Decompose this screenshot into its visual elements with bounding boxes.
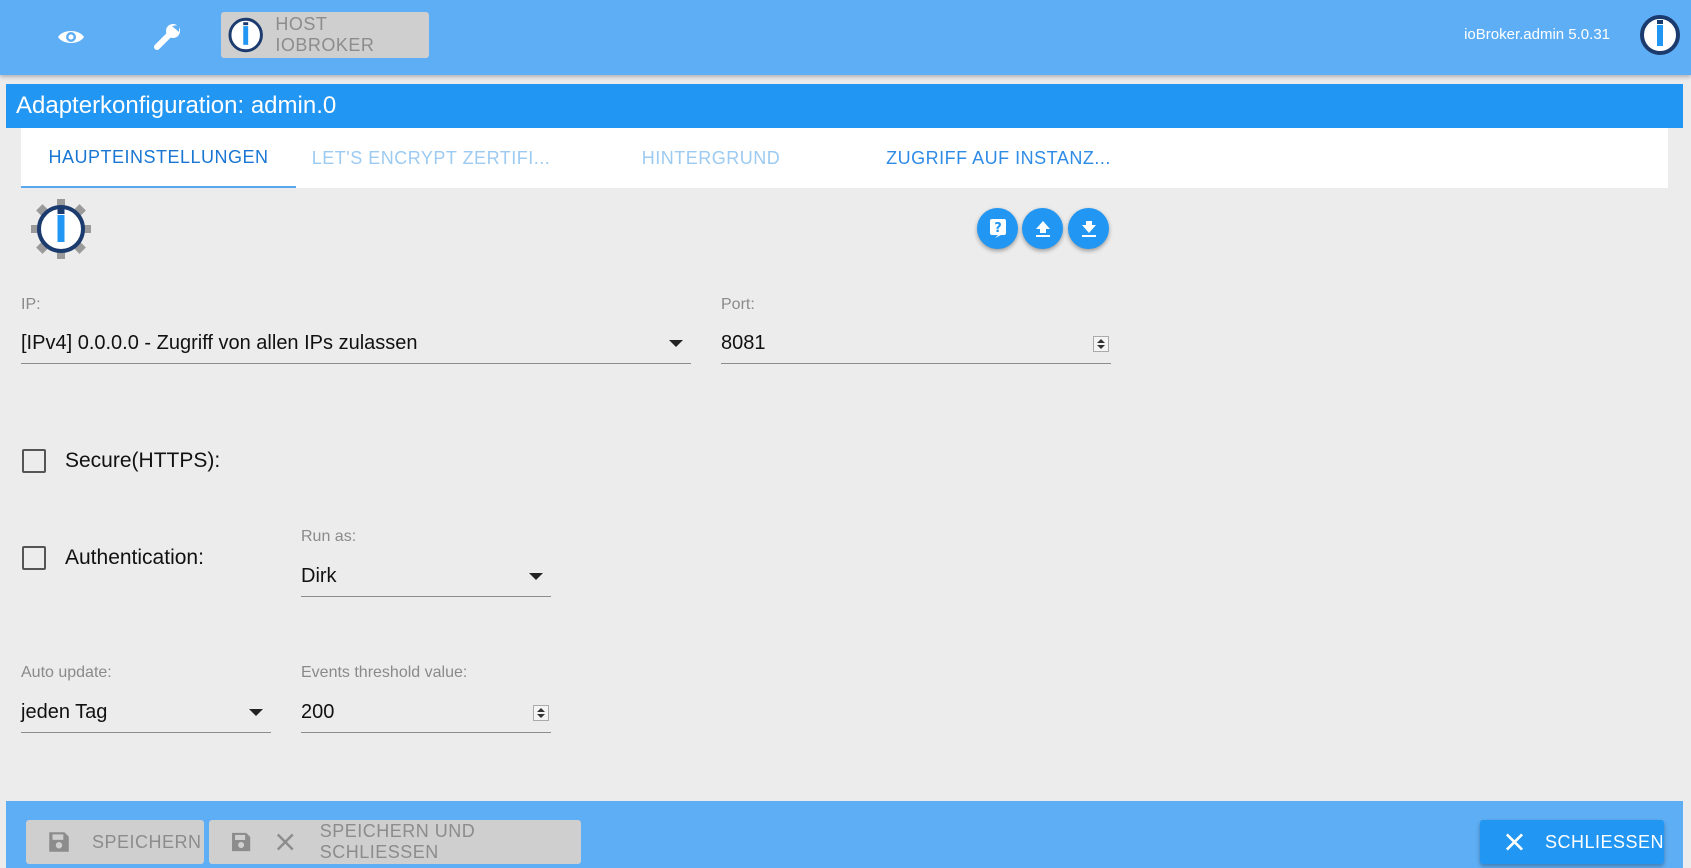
chevron-down-icon — [249, 709, 263, 716]
save-button[interactable]: SPEICHERN — [26, 820, 204, 864]
port-label: Port: — [721, 296, 755, 313]
ip-select[interactable]: [IPv4] 0.0.0.0 - Zugriff von allen IPs z… — [21, 324, 691, 364]
save-and-close-button[interactable]: SPEICHERN UND SCHLIESSEN — [209, 820, 581, 864]
host-label: HOST IOBROKER — [275, 14, 375, 55]
authentication-checkbox[interactable] — [22, 546, 46, 570]
dialog-title: Adapterkonfiguration: admin.0 — [6, 84, 1683, 128]
secure-https-checkbox[interactable] — [22, 449, 46, 473]
ip-value: [IPv4] 0.0.0.0 - Zugriff von allen IPs z… — [21, 332, 418, 354]
dialog-footer: SPEICHERN SPEICHERN UND SCHLIESSEN SCHLI… — [6, 801, 1683, 868]
download-icon — [1081, 220, 1096, 237]
save-icon — [49, 832, 69, 852]
close-label: SCHLIESSEN — [1544, 831, 1664, 852]
run-as-select[interactable]: Dirk — [301, 557, 551, 597]
authentication-option[interactable]: Authentication: — [22, 546, 204, 570]
port-input[interactable]: 8081 — [721, 324, 1111, 364]
help-button[interactable]: ? — [977, 208, 1018, 249]
authentication-label: Authentication: — [65, 546, 204, 569]
auto-update-value: jeden Tag — [21, 701, 108, 723]
ip-label: IP: — [21, 296, 41, 313]
events-threshold-value: 200 — [301, 701, 335, 723]
close-icon — [277, 833, 294, 851]
download-button[interactable] — [1068, 208, 1109, 249]
wrench-icon[interactable] — [148, 17, 188, 57]
tab-instance-access[interactable]: ZUGRIFF AUF INSTANZ... — [871, 128, 1126, 188]
auto-update-select[interactable]: jeden Tag — [21, 693, 271, 733]
svg-text:?: ? — [994, 221, 1002, 236]
run-as-label: Run as: — [301, 528, 357, 545]
upload-button[interactable] — [1022, 208, 1063, 249]
close-icon — [1505, 833, 1524, 851]
secure-https-label: Secure(HTTPS): — [65, 449, 221, 472]
auto-update-label: Auto update: — [21, 664, 112, 681]
admin-version: ioBroker.admin 5.0.31 — [1464, 26, 1610, 43]
upload-icon — [1035, 220, 1050, 237]
help-icon: ? — [989, 218, 1006, 238]
save-icon — [232, 832, 251, 852]
chevron-down-icon — [669, 340, 683, 347]
number-spinner-icon[interactable] — [1093, 335, 1109, 352]
iobroker-logo-icon — [1639, 14, 1681, 61]
top-app-bar: HOST IOBROKER ioBroker.admin 5.0.31 — [0, 0, 1691, 75]
tab-main-settings[interactable]: HAUPTEINSTELLUNGEN — [21, 128, 296, 188]
events-threshold-input[interactable]: 200 — [301, 693, 551, 733]
iobroker-logo-icon — [228, 17, 263, 53]
tab-bar: HAUPTEINSTELLUNGEN LET'S ENCRYPT ZERTIFI… — [21, 128, 1668, 188]
tab-background[interactable]: HINTERGRUND — [611, 128, 811, 188]
number-spinner-icon[interactable] — [533, 704, 549, 721]
secure-https-option[interactable]: Secure(HTTPS): — [22, 449, 220, 473]
run-as-value: Dirk — [301, 565, 337, 587]
events-threshold-label: Events threshold value: — [301, 664, 468, 681]
port-value: 8081 — [721, 332, 766, 354]
save-label: SPEICHERN — [92, 831, 202, 852]
admin-adapter-logo-icon — [30, 198, 92, 265]
eye-icon[interactable] — [51, 17, 91, 57]
chevron-down-icon — [529, 573, 543, 580]
host-selector-button[interactable]: HOST IOBROKER — [221, 12, 429, 58]
close-button[interactable]: SCHLIESSEN — [1480, 820, 1664, 864]
save-and-close-label: SPEICHERN UND SCHLIESSEN — [319, 821, 476, 862]
adapter-config-dialog: Adapterkonfiguration: admin.0 HAUPTEINST… — [6, 82, 1683, 868]
tab-lets-encrypt[interactable]: LET'S ENCRYPT ZERTIFI... — [311, 128, 551, 188]
